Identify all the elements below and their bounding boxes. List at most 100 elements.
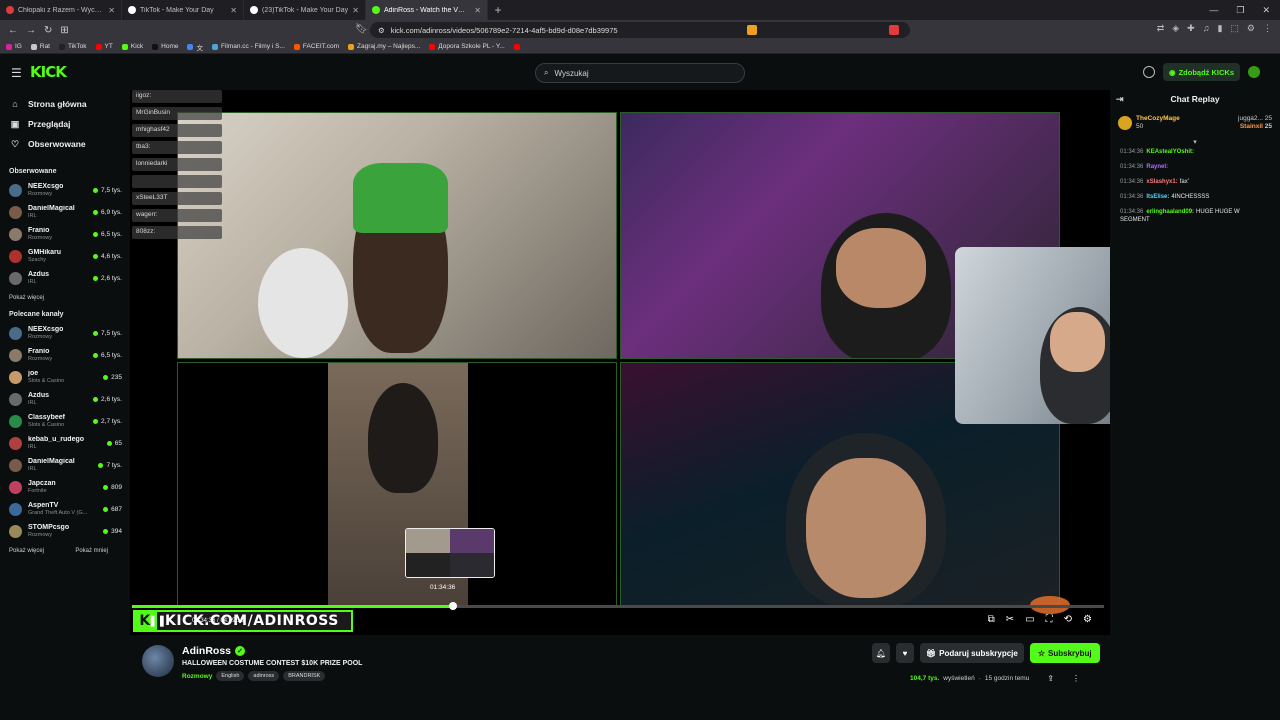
kick-logo[interactable]: KICK: [30, 63, 67, 81]
bookmark-item[interactable]: Filman.cc - Filmy i S...: [211, 43, 285, 50]
channel-avatar: [9, 392, 22, 406]
bookmark-favicon-icon: [6, 43, 12, 50]
notifications-icon[interactable]: [1143, 66, 1156, 78]
hamburger-menu-icon[interactable]: ☰: [11, 66, 22, 80]
get-kicks-button[interactable]: ◉ Zdobądź KICKs: [1163, 63, 1240, 81]
show-more-recommended[interactable]: Pokaż więcej: [9, 548, 44, 554]
sidebar-channel[interactable]: Azdus IRL 2,6 tys.: [0, 388, 128, 410]
settings-gear-icon[interactable]: ⚙: [1083, 614, 1092, 625]
channel-category: Fortnite: [28, 487, 47, 494]
chat-username[interactable]: xSlashyx1:: [1146, 179, 1177, 185]
browser-tab[interactable]: (23)TikTok - Make Your Day ✕: [244, 0, 366, 20]
progress-bar[interactable]: [132, 602, 1104, 610]
sidebar-channel[interactable]: NEEXcsgo Rozmowy 7,5 tys.: [0, 179, 128, 201]
sidebar-channel[interactable]: Franio Rozmowy 6,5 tys.: [0, 344, 128, 366]
sidebar-channel[interactable]: DanielMagical IRL 7 tys.: [0, 454, 128, 476]
sidebar-channel[interactable]: joe Slots & Casino 235: [0, 366, 128, 388]
expand-chevron-icon[interactable]: ▾: [1110, 138, 1280, 146]
new-tab-button[interactable]: +: [488, 3, 508, 17]
extension-badge-icon[interactable]: [746, 25, 757, 35]
streamer-avatar[interactable]: [142, 645, 174, 677]
collapse-chat-icon[interactable]: ⇥: [1116, 94, 1124, 105]
bookmark-item[interactable]: [513, 43, 523, 50]
browser-tab[interactable]: TikTok - Make Your Day ✕: [122, 0, 244, 20]
settings-icon[interactable]: ⚙: [1247, 23, 1255, 34]
forward-icon[interactable]: →: [26, 25, 36, 36]
stream-tag[interactable]: adinross: [248, 671, 280, 681]
sidebar-nav-home[interactable]: ⌂ Strona główna: [0, 94, 128, 114]
bookmark-item[interactable]: IG: [6, 43, 22, 50]
sidebar-icon[interactable]: ▮: [1217, 23, 1222, 34]
user-avatar[interactable]: [1248, 66, 1260, 78]
sidebar-nav-heart[interactable]: ♡ Obserwowane: [0, 134, 128, 154]
show-more-followed[interactable]: Pokaż więcej: [9, 295, 44, 301]
back-icon[interactable]: ←: [8, 25, 18, 36]
video-player[interactable]: iigoz: MrGinBusin mhighasf42 tba3: lonnied…: [130, 90, 1110, 635]
clip-icon[interactable]: ✂: [1006, 614, 1014, 625]
pip-icon[interactable]: ⧉: [988, 614, 995, 625]
menu-icon[interactable]: ⋮: [1263, 23, 1272, 34]
stream-tag[interactable]: English: [216, 671, 245, 681]
tab-close-icon[interactable]: ✕: [474, 6, 481, 15]
more-options-icon[interactable]: ⋮: [1072, 674, 1080, 683]
sidebar-channel[interactable]: NEEXcsgo Rozmowy 7,5 tys.: [0, 322, 128, 344]
bookmark-item[interactable]: FACEIT.com: [293, 43, 339, 50]
chat-username[interactable]: KEAsteaIYOshit:: [1146, 149, 1194, 155]
bookmark-item[interactable]: Home: [152, 43, 178, 50]
sidebar-channel[interactable]: Franio Rozmowy 6,5 tys.: [0, 223, 128, 245]
bookmark-item[interactable]: YT: [95, 43, 113, 50]
bookmark-item[interactable]: Kick: [121, 43, 143, 50]
music-icon[interactable]: ♫: [1203, 23, 1210, 34]
bookmark-item[interactable]: Rat: [30, 43, 50, 50]
sidebar-nav-browse[interactable]: ▣ Przeglądaj: [0, 114, 128, 134]
follow-heart-icon[interactable]: ♥: [896, 643, 914, 663]
bookmark-icon[interactable]: 🔖︎: [355, 24, 368, 35]
theater-mode-icon[interactable]: ▭: [1025, 614, 1034, 625]
tab-close-icon[interactable]: ✕: [108, 6, 115, 15]
bookmark-item[interactable]: TikTok: [59, 43, 87, 50]
close-window-icon[interactable]: ✕: [1262, 5, 1270, 16]
sidebar-channel[interactable]: Classybeef Slots & Casino 2,7 tys.: [0, 410, 128, 432]
show-less-recommended[interactable]: Pokaż mniej: [75, 548, 108, 554]
browser-tab[interactable]: AdinRoss - Watch the VOD o ✕: [366, 0, 488, 20]
tab-close-icon[interactable]: ✕: [352, 6, 359, 15]
sidebar-channel[interactable]: Azdus IRL 2,6 tys.: [0, 267, 128, 289]
sidebar-channel[interactable]: AspenTV Grand Theft Auto V (G... 687: [0, 498, 128, 520]
chat-username[interactable]: Raynel:: [1146, 164, 1168, 170]
bookmark-item[interactable]: Дорога Szkole PL - Y...: [429, 43, 505, 50]
stream-category[interactable]: Rozmowy: [182, 673, 212, 680]
chat-username[interactable]: erlinghaaland09:: [1146, 209, 1194, 215]
streamer-name[interactable]: AdinRoss: [182, 645, 231, 657]
notification-bell-icon[interactable]: 🔔︎: [872, 643, 890, 663]
reload-icon[interactable]: ↻: [44, 25, 52, 36]
tab-close-icon[interactable]: ✕: [230, 6, 237, 15]
site-info-icon[interactable]: ⚙: [378, 26, 385, 35]
pause-icon[interactable]: ❚❚: [148, 614, 166, 627]
translate-icon[interactable]: ⇄: [1157, 23, 1165, 34]
puzzle-icon[interactable]: ✚: [1187, 23, 1195, 34]
apps-icon[interactable]: ⊞: [60, 25, 68, 36]
share-icon[interactable]: ⇪: [1047, 674, 1054, 683]
screenshot-icon[interactable]: ⬚: [1230, 23, 1239, 34]
sidebar-channel[interactable]: STOMPcsgo Rozmowy 394: [0, 520, 128, 542]
extension-icon[interactable]: ◈: [1172, 23, 1179, 34]
url-field[interactable]: ⚙ kick.com/adinross/videos/506789e2-7214…: [370, 22, 910, 38]
search-input[interactable]: ⌕ Wyszukaj: [535, 63, 745, 83]
sidebar-channel[interactable]: Japczan Fortnite 809: [0, 476, 128, 498]
subscribe-button[interactable]: ☆ Subskrybuj: [1029, 643, 1100, 663]
sidebar-channel[interactable]: kebab_u_rudego IRL 65: [0, 432, 128, 454]
gift-subs-button[interactable]: 🎁︎ Podaruj subskrypcje: [920, 643, 1024, 663]
progress-handle[interactable]: [448, 602, 457, 610]
chat-username[interactable]: ItsElise:: [1146, 194, 1169, 200]
fullscreen-icon[interactable]: ⛶: [1046, 614, 1053, 625]
sidebar-channel[interactable]: DanielMagical IRL 6,9 tys.: [0, 201, 128, 223]
extension-badge-icon[interactable]: [889, 25, 899, 35]
minimize-icon[interactable]: —: [1209, 5, 1218, 16]
stream-tag[interactable]: BRANDRISK: [283, 671, 326, 681]
sidebar-channel[interactable]: GMHikaru Szachy 4,6 tys.: [0, 245, 128, 267]
browser-tab[interactable]: Chłopaki z Razem - Wyczkarz bawi s ✕: [0, 0, 122, 20]
bookmark-item[interactable]: 文: [187, 42, 203, 52]
playback-speed-icon[interactable]: ⟲: [1064, 614, 1072, 625]
bookmark-item[interactable]: Zagraj.my – Najleps...: [348, 43, 420, 50]
maximize-icon[interactable]: ❐: [1236, 5, 1244, 16]
